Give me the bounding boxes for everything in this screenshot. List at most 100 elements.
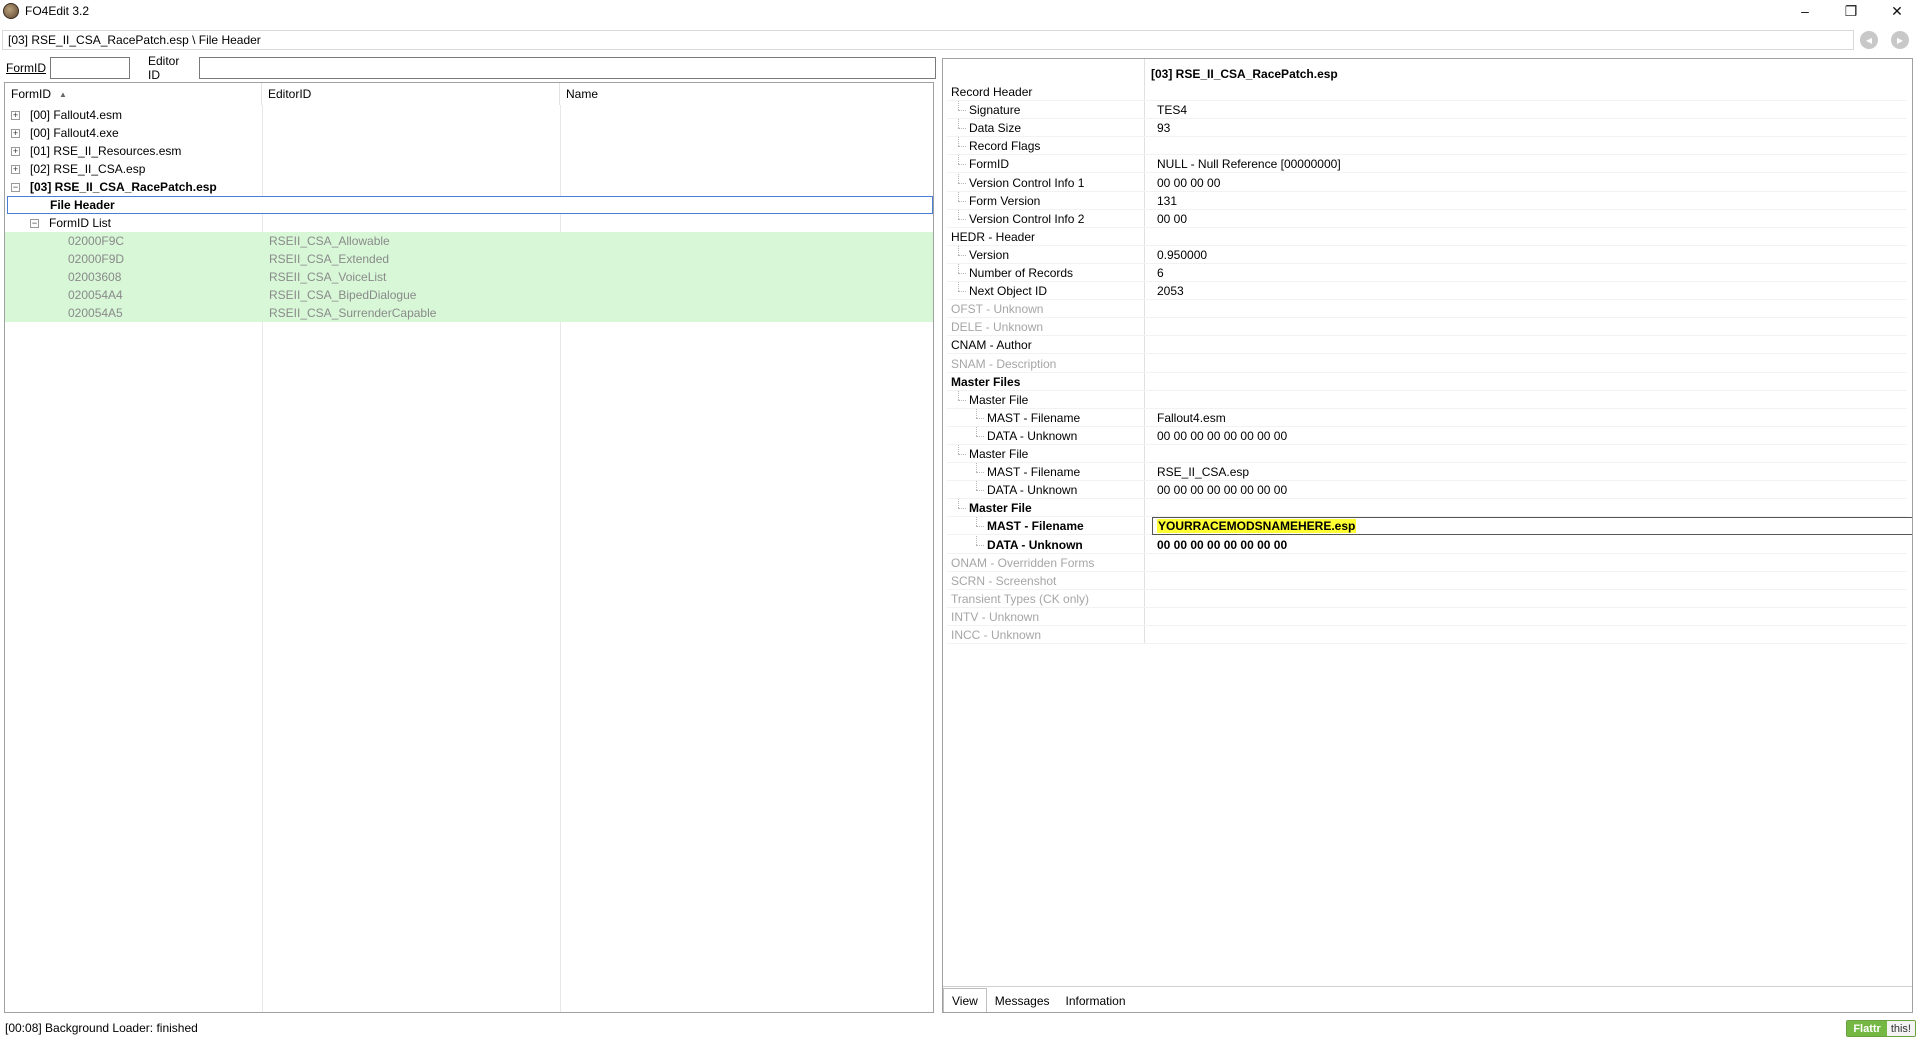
tree-connector <box>976 490 984 492</box>
field-value[interactable]: 00 00 <box>1157 212 1187 226</box>
tree-record-row[interactable]: 02000F9D RSEII_CSA_Extended <box>5 250 933 268</box>
field-value[interactable]: 131 <box>1157 194 1177 208</box>
column-name-label: Name <box>566 87 599 101</box>
restore-button[interactable]: ❐ <box>1828 0 1874 22</box>
record-row-mast-filename[interactable]: MAST - Filename Fallout4.esm <box>947 408 1907 427</box>
record-row-version-control-info-1[interactable]: Version Control Info 1 00 00 00 00 <box>947 173 1907 192</box>
field-name: DATA - Unknown <box>987 483 1078 498</box>
column-formid[interactable]: FormID ▲ <box>5 83 262 105</box>
field-name: Master File <box>969 447 1029 461</box>
back-button[interactable]: ◂ <box>1860 31 1878 49</box>
record-row-ofst-unknown[interactable]: OFST - Unknown <box>947 300 1907 319</box>
field-name: Record Header <box>951 85 1033 99</box>
record-row-version[interactable]: Version 0.950000 <box>947 245 1907 264</box>
tree-file-row[interactable]: − [03] RSE_II_CSA_RacePatch.esp <box>5 178 933 196</box>
record-row-number-of-records[interactable]: Number of Records 6 <box>947 264 1907 282</box>
field-value[interactable]: TES4 <box>1157 103 1187 117</box>
editorid-filter-input[interactable] <box>198 57 936 79</box>
record-row-master-file[interactable]: Master File <box>947 499 1907 518</box>
tree-group-row[interactable]: − FormID List <box>5 214 933 232</box>
field-value[interactable]: Fallout4.esm <box>1157 411 1226 425</box>
expand-icon[interactable]: + <box>11 146 20 156</box>
field-name: Master File <box>969 392 1029 407</box>
field-value[interactable]: RSE_II_CSA.esp <box>1157 465 1249 479</box>
tree-connector <box>958 508 966 510</box>
record-row-data-unknown[interactable]: DATA - Unknown 00 00 00 00 00 00 00 00 <box>947 426 1907 445</box>
tree-record-row[interactable]: 020054A4 RSEII_CSA_BipedDialogue <box>5 286 933 304</box>
record-row-dele-unknown[interactable]: DELE - Unknown <box>947 318 1907 337</box>
tab-information[interactable]: Information <box>1058 990 1134 1012</box>
record-row-snam-description[interactable]: SNAM - Description <box>947 355 1907 373</box>
flattr-button[interactable]: Flattr this! <box>1846 1020 1916 1037</box>
field-value[interactable]: 00 00 00 00 00 00 00 00 <box>1157 429 1287 443</box>
record-row-signature[interactable]: Signature TES4 <box>947 101 1907 120</box>
tree-record-row[interactable]: 02003608 RSEII_CSA_VoiceList <box>5 268 933 286</box>
record-row-version-control-info-2[interactable]: Version Control Info 2 00 00 <box>947 209 1907 228</box>
field-name: DATA - Unknown <box>987 537 1083 552</box>
tree-file-row[interactable]: + [00] Fallout4.esm <box>5 106 933 124</box>
field-name: Version Control Info 2 <box>969 211 1085 226</box>
record-row-data-unknown[interactable]: DATA - Unknown 00 00 00 00 00 00 00 00 <box>947 481 1907 500</box>
record-row-scrn-screenshot[interactable]: SCRN - Screenshot <box>947 572 1907 590</box>
tree-record-row[interactable]: 02000F9C RSEII_CSA_Allowable <box>5 232 933 250</box>
record-row-master-files[interactable]: Master Files <box>947 373 1907 391</box>
tree-file-header-row[interactable]: File Header <box>7 196 933 214</box>
record-row-master-file[interactable]: Master File <box>947 445 1907 463</box>
field-value[interactable]: YOURRACEMODSNAMEHERE.esp <box>1157 519 1357 534</box>
record-row-cnam-author[interactable]: CNAM - Author <box>947 336 1907 355</box>
record-view-grid[interactable]: [03] RSE_II_CSA_RacePatch.esp Record Hea… <box>943 59 1912 986</box>
tree-connector <box>976 535 977 545</box>
tree-connector <box>958 245 959 255</box>
tree-connector <box>958 282 959 292</box>
forward-button[interactable]: ▸ <box>1891 31 1909 49</box>
field-value[interactable]: 00 00 00 00 00 00 00 00 <box>1157 538 1287 552</box>
tree-file-row[interactable]: + [00] Fallout4.exe <box>5 124 933 142</box>
tab-messages[interactable]: Messages <box>987 990 1058 1012</box>
record-row-mast-filename[interactable]: MAST - Filename RSE_II_CSA.esp <box>947 463 1907 482</box>
record-row-hedr-header[interactable]: HEDR - Header <box>947 228 1907 246</box>
field-value[interactable]: 6 <box>1157 266 1164 280</box>
expand-icon[interactable]: + <box>11 128 20 138</box>
formid-filter-input[interactable] <box>50 57 130 79</box>
record-row-onam-overridden-forms[interactable]: ONAM - Overridden Forms <box>947 554 1907 572</box>
tree-file-row[interactable]: + [02] RSE_II_CSA.esp <box>5 160 933 178</box>
collapse-icon[interactable]: − <box>11 182 20 192</box>
record-row-next-object-id[interactable]: Next Object ID 2053 <box>947 282 1907 301</box>
record-row-record-flags[interactable]: Record Flags <box>947 137 1907 156</box>
file-label: [02] RSE_II_CSA.esp <box>30 162 146 176</box>
minimize-button[interactable]: – <box>1782 0 1828 22</box>
field-value[interactable]: 0.950000 <box>1157 248 1207 262</box>
tab-view[interactable]: View <box>943 988 987 1012</box>
column-name[interactable]: Name <box>560 83 933 105</box>
record-row-master-file[interactable]: Master File <box>947 390 1907 409</box>
expand-icon[interactable]: + <box>11 110 20 120</box>
tree-connector <box>958 128 966 130</box>
path-bar[interactable]: [03] RSE_II_CSA_RacePatch.esp \ File Hea… <box>2 30 1854 50</box>
record-editorid: RSEII_CSA_SurrenderCapable <box>269 306 437 320</box>
file-label: [00] Fallout4.exe <box>30 126 119 140</box>
record-row-intv-unknown[interactable]: INTV - Unknown <box>947 608 1907 626</box>
record-row-data-size[interactable]: Data Size 93 <box>947 119 1907 138</box>
field-value[interactable]: 93 <box>1157 121 1170 135</box>
column-editorid[interactable]: EditorID <box>262 83 560 105</box>
record-row-formid[interactable]: FormID NULL - Null Reference [00000000] <box>947 155 1907 174</box>
field-name: Record Flags <box>969 139 1041 154</box>
record-row-form-version[interactable]: Form Version 131 <box>947 191 1907 210</box>
record-row-data-unknown[interactable]: DATA - Unknown 00 00 00 00 00 00 00 00 <box>947 535 1907 554</box>
record-tree[interactable]: FormID ▲ EditorID Name + [00] Fallout4.e… <box>4 82 934 1013</box>
tree-file-row[interactable]: + [01] RSE_II_Resources.esm <box>5 142 933 160</box>
tree-connector <box>958 119 959 129</box>
collapse-icon[interactable]: − <box>30 218 39 228</box>
field-value[interactable]: 00 00 00 00 <box>1157 176 1220 190</box>
field-value[interactable]: 2053 <box>1157 284 1184 298</box>
field-value[interactable]: 00 00 00 00 00 00 00 00 <box>1157 483 1287 497</box>
record-row-mast-filename[interactable]: MAST - Filename YOURRACEMODSNAMEHERE.esp <box>947 517 1912 536</box>
tree-record-row[interactable]: 020054A5 RSEII_CSA_SurrenderCapable <box>5 304 933 322</box>
expand-icon[interactable]: + <box>11 164 20 174</box>
field-value[interactable]: NULL - Null Reference [00000000] <box>1157 157 1341 171</box>
record-row-record-header[interactable]: Record Header <box>947 83 1907 101</box>
close-button[interactable]: ✕ <box>1874 0 1920 22</box>
record-row-incc-unknown[interactable]: INCC - Unknown <box>947 626 1907 644</box>
tree-connector <box>976 463 977 473</box>
record-row-transient-types[interactable]: Transient Types (CK only) <box>947 590 1907 608</box>
